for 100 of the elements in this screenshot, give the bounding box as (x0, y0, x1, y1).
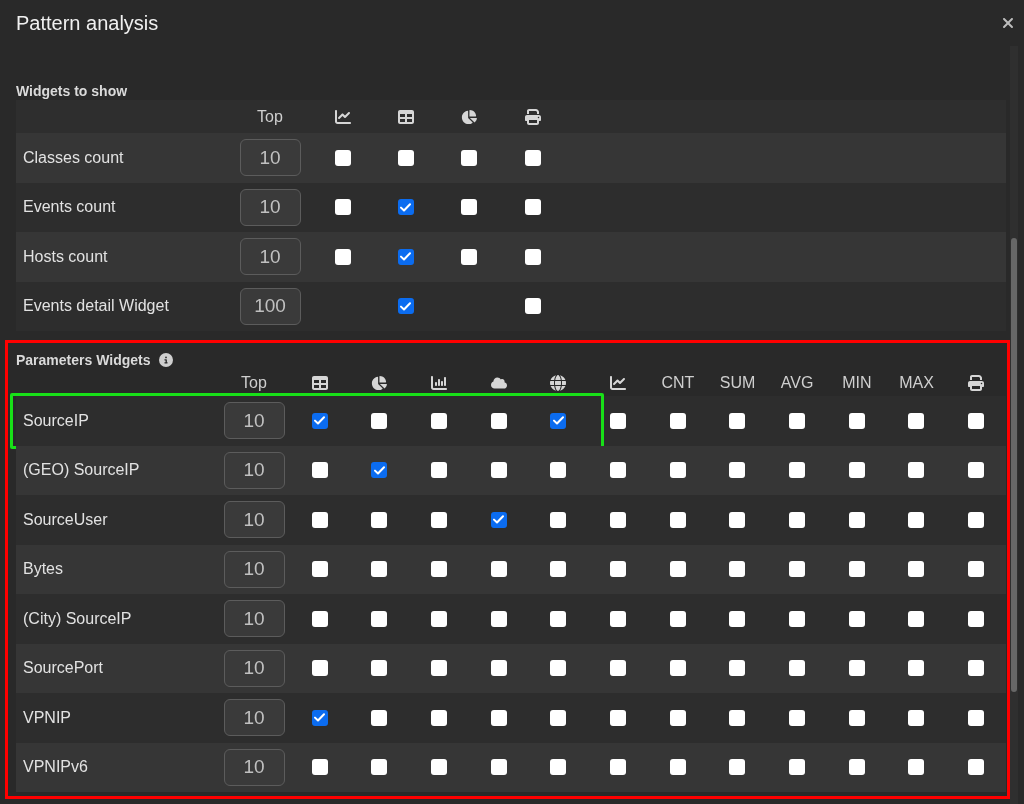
checkbox[interactable] (968, 561, 985, 578)
checkbox[interactable] (371, 561, 388, 578)
checkbox[interactable] (729, 759, 746, 776)
checkbox[interactable] (461, 149, 478, 166)
checkbox[interactable] (524, 248, 541, 265)
top-input[interactable]: 10 (223, 600, 285, 638)
checkbox[interactable] (431, 759, 448, 776)
checkbox[interactable] (490, 660, 507, 677)
checkbox[interactable] (524, 149, 541, 166)
checkbox[interactable] (550, 610, 567, 627)
checkbox[interactable] (431, 511, 448, 528)
checkbox[interactable] (550, 759, 567, 776)
top-input[interactable]: 10 (239, 139, 301, 177)
checkbox[interactable] (789, 709, 806, 726)
checkbox[interactable] (431, 660, 448, 677)
checkbox[interactable] (669, 610, 686, 627)
checkbox[interactable] (490, 511, 507, 528)
checkbox[interactable] (968, 462, 985, 479)
checkbox[interactable] (610, 561, 627, 578)
checkbox[interactable] (848, 610, 865, 627)
checkbox[interactable] (490, 412, 507, 429)
checkbox[interactable] (968, 660, 985, 677)
checkbox[interactable] (908, 709, 925, 726)
checkbox[interactable] (610, 462, 627, 479)
checkbox[interactable] (550, 561, 567, 578)
checkbox[interactable] (908, 412, 925, 429)
top-input[interactable]: 10 (223, 402, 285, 440)
checkbox[interactable] (550, 709, 567, 726)
checkbox[interactable] (848, 709, 865, 726)
checkbox[interactable] (968, 709, 985, 726)
checkbox[interactable] (908, 462, 925, 479)
checkbox[interactable] (311, 511, 328, 528)
checkbox[interactable] (968, 511, 985, 528)
checkbox[interactable] (669, 412, 686, 429)
checkbox[interactable] (610, 759, 627, 776)
checkbox[interactable] (789, 412, 806, 429)
checkbox[interactable] (729, 412, 746, 429)
checkbox[interactable] (461, 199, 478, 216)
checkbox[interactable] (729, 709, 746, 726)
checkbox[interactable] (431, 412, 448, 429)
checkbox[interactable] (729, 660, 746, 677)
checkbox[interactable] (848, 660, 865, 677)
checkbox[interactable] (908, 759, 925, 776)
checkbox[interactable] (334, 199, 351, 216)
checkbox[interactable] (371, 462, 388, 479)
info-icon[interactable] (159, 353, 174, 367)
checkbox[interactable] (397, 298, 414, 315)
checkbox[interactable] (729, 610, 746, 627)
checkbox[interactable] (371, 412, 388, 429)
checkbox[interactable] (490, 709, 507, 726)
checkbox[interactable] (334, 149, 351, 166)
checkbox[interactable] (490, 610, 507, 627)
checkbox[interactable] (848, 412, 865, 429)
top-input[interactable]: 10 (223, 699, 285, 737)
checkbox[interactable] (431, 462, 448, 479)
checkbox[interactable] (610, 511, 627, 528)
checkbox[interactable] (371, 660, 388, 677)
checkbox[interactable] (371, 709, 388, 726)
checkbox[interactable] (610, 412, 627, 429)
checkbox[interactable] (968, 759, 985, 776)
checkbox[interactable] (729, 462, 746, 479)
checkbox[interactable] (397, 149, 414, 166)
checkbox[interactable] (669, 660, 686, 677)
checkbox[interactable] (311, 660, 328, 677)
checkbox[interactable] (311, 759, 328, 776)
checkbox[interactable] (550, 462, 567, 479)
checkbox[interactable] (669, 561, 686, 578)
checkbox[interactable] (524, 298, 541, 315)
checkbox[interactable] (789, 561, 806, 578)
checkbox[interactable] (908, 511, 925, 528)
checkbox[interactable] (431, 561, 448, 578)
top-input[interactable]: 10 (239, 238, 301, 276)
checkbox[interactable] (397, 199, 414, 216)
checkbox[interactable] (490, 759, 507, 776)
checkbox[interactable] (610, 709, 627, 726)
top-input[interactable]: 10 (223, 649, 285, 687)
checkbox[interactable] (311, 709, 328, 726)
checkbox[interactable] (908, 561, 925, 578)
checkbox[interactable] (789, 511, 806, 528)
checkbox[interactable] (371, 511, 388, 528)
checkbox[interactable] (789, 759, 806, 776)
checkbox[interactable] (789, 660, 806, 677)
checkbox[interactable] (610, 660, 627, 677)
close-icon[interactable] (1000, 15, 1016, 31)
checkbox[interactable] (524, 199, 541, 216)
top-input[interactable]: 10 (239, 188, 301, 226)
checkbox[interactable] (334, 248, 351, 265)
checkbox[interactable] (311, 561, 328, 578)
checkbox[interactable] (908, 660, 925, 677)
top-input[interactable]: 10 (223, 748, 285, 786)
checkbox[interactable] (908, 610, 925, 627)
top-input[interactable]: 10 (223, 501, 285, 539)
checkbox[interactable] (789, 610, 806, 627)
checkbox[interactable] (371, 759, 388, 776)
checkbox[interactable] (848, 759, 865, 776)
checkbox[interactable] (490, 561, 507, 578)
checkbox[interactable] (968, 412, 985, 429)
checkbox[interactable] (311, 462, 328, 479)
checkbox[interactable] (311, 412, 328, 429)
checkbox[interactable] (669, 709, 686, 726)
